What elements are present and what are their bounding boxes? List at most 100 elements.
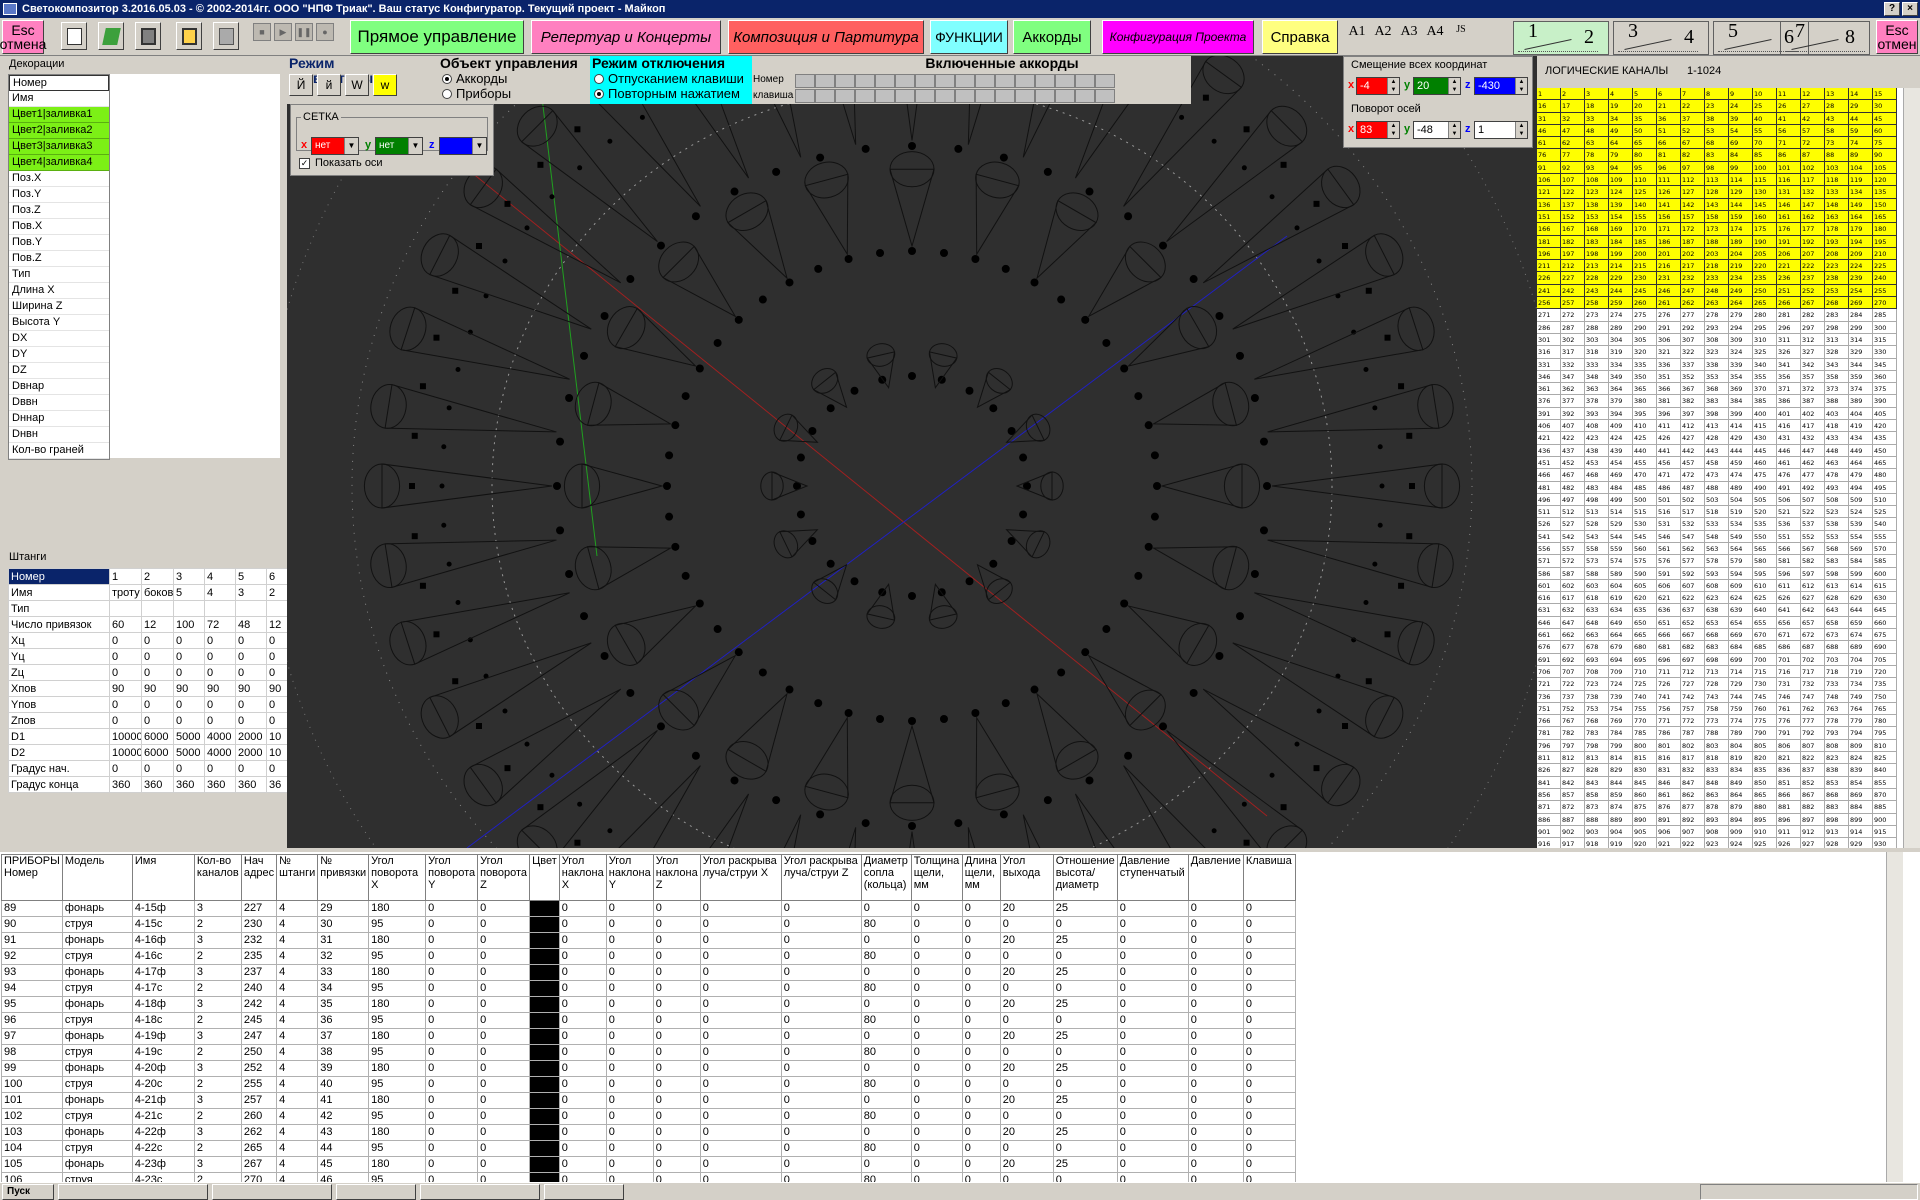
devices-cell[interactable]: 42 [317, 1108, 370, 1125]
channel-cell[interactable]: 358 [1825, 370, 1849, 384]
channel-cell[interactable]: 421 [1537, 432, 1561, 445]
channel-cell[interactable]: 477 [1801, 469, 1825, 482]
devices-cell[interactable]: 0 [780, 932, 862, 949]
channel-cell[interactable]: 857 [1561, 788, 1585, 802]
devices-cell[interactable]: 0 [558, 1012, 607, 1029]
channel-cell[interactable]: 441 [1657, 444, 1681, 457]
devices-cell[interactable]: 104 [1, 1140, 63, 1157]
channel-cell[interactable]: 79 [1609, 149, 1633, 162]
devices-cell[interactable]: 35 [317, 996, 370, 1013]
devices-cell[interactable]: 0 [1187, 948, 1244, 965]
channel-cell[interactable]: 34 [1609, 112, 1633, 125]
channel-cell[interactable]: 23 [1705, 100, 1729, 113]
channel-cell[interactable]: 705 [1873, 653, 1897, 666]
taskbar-item-1[interactable] [58, 1184, 208, 1200]
channel-cell[interactable]: 369 [1729, 383, 1753, 396]
channel-cell[interactable]: 506 [1777, 493, 1801, 507]
devices-cell[interactable]: 0 [780, 996, 862, 1013]
channel-cell[interactable]: 101 [1777, 161, 1801, 175]
rods-row-header[interactable]: D1 [8, 728, 110, 745]
channel-cell[interactable]: 341 [1777, 358, 1801, 371]
devices-cell[interactable]: 0 [1116, 1092, 1189, 1109]
channel-cell[interactable]: 902 [1561, 825, 1585, 839]
channel-cell[interactable]: 454 [1609, 456, 1633, 470]
channel-cell[interactable]: 598 [1825, 567, 1849, 580]
channel-cell[interactable]: 911 [1777, 825, 1801, 839]
channel-cell[interactable]: 601 [1537, 579, 1561, 593]
channel-cell[interactable]: 743 [1705, 690, 1729, 703]
channel-cell[interactable]: 67 [1681, 137, 1705, 150]
devices-cell[interactable]: 4-19ф [131, 1028, 195, 1045]
devices-cell[interactable]: 80 [860, 1044, 912, 1061]
channel-cell[interactable]: 350 [1633, 370, 1657, 384]
channel-cell[interactable]: 366 [1657, 383, 1681, 396]
channel-cell[interactable]: 383 [1705, 395, 1729, 408]
channel-cell[interactable]: 105 [1873, 161, 1897, 175]
channel-cell[interactable]: 192 [1801, 235, 1825, 248]
channel-cell[interactable]: 836 [1777, 764, 1801, 777]
channel-cell[interactable]: 758 [1705, 702, 1729, 716]
channel-cell[interactable]: 402 [1801, 407, 1825, 421]
channel-cell[interactable]: 259 [1609, 297, 1633, 310]
devices-cell[interactable]: 30 [317, 916, 370, 933]
channel-cell[interactable]: 371 [1777, 383, 1801, 396]
channel-cell[interactable]: 646 [1537, 616, 1561, 630]
rods-cell[interactable]: троту [109, 584, 142, 601]
devices-cell[interactable]: 0 [558, 916, 607, 933]
channel-cell[interactable]: 17 [1561, 100, 1585, 113]
devices-cell[interactable]: 2 [193, 1044, 242, 1061]
channel-cell[interactable]: 486 [1657, 481, 1681, 494]
rods-row-header[interactable]: Имя [8, 584, 110, 601]
esc-cancel-button[interactable]: Esc отмена [0, 20, 46, 54]
devices-cell[interactable]: 4-18ф [131, 996, 195, 1013]
channel-cell[interactable]: 465 [1873, 456, 1897, 470]
devices-cell[interactable]: 4-22ф [131, 1124, 195, 1141]
devices-cell[interactable]: 0 [961, 964, 1001, 981]
devices-cell[interactable]: 44 [317, 1140, 370, 1157]
channel-cell[interactable]: 469 [1609, 469, 1633, 482]
channel-cell[interactable]: 508 [1825, 493, 1849, 507]
channel-cell[interactable]: 781 [1537, 727, 1561, 740]
channel-cell[interactable]: 76 [1537, 149, 1561, 162]
channel-cell[interactable]: 268 [1825, 297, 1849, 310]
devices-cell[interactable]: 0 [1242, 980, 1296, 997]
channel-cell[interactable]: 318 [1585, 346, 1609, 359]
channel-cell[interactable]: 37 [1681, 112, 1705, 125]
devices-cell[interactable]: 0 [605, 1124, 654, 1141]
devices-cell[interactable]: 0 [605, 1108, 654, 1125]
channel-cell[interactable]: 274 [1609, 309, 1633, 322]
channel-cell[interactable]: 91 [1537, 161, 1561, 175]
channel-cell[interactable]: 236 [1777, 272, 1801, 285]
devices-cell[interactable]: 4 [276, 948, 319, 965]
channel-cell[interactable]: 706 [1537, 665, 1561, 679]
channel-cell[interactable]: 922 [1681, 838, 1705, 848]
channel-cell[interactable]: 173 [1705, 223, 1729, 236]
channel-cell[interactable]: 608 [1705, 579, 1729, 593]
devices-cell[interactable]: 180 [368, 996, 427, 1013]
chord-cell[interactable] [795, 74, 815, 88]
channel-cell[interactable]: 721 [1537, 678, 1561, 691]
rods-row-header[interactable]: Номер [8, 568, 110, 585]
channel-cell[interactable]: 6 [1657, 88, 1681, 101]
devices-cell[interactable]: 0 [425, 964, 479, 981]
rods-cell[interactable]: 0 [235, 632, 267, 649]
devices-cell[interactable]: струя [61, 1108, 133, 1125]
channel-cell[interactable]: 734 [1849, 678, 1873, 691]
devices-cell[interactable]: 0 [860, 964, 912, 981]
channel-cell[interactable]: 654 [1729, 616, 1753, 630]
chord-cell[interactable] [915, 89, 935, 103]
devices-cell[interactable]: 0 [999, 1076, 1054, 1093]
channel-cell[interactable]: 340 [1753, 358, 1777, 371]
devices-cell[interactable]: 0 [425, 980, 479, 997]
channel-cell[interactable]: 769 [1609, 715, 1633, 728]
table-row[interactable]: 104 струя 4-22с 2 265 4 44 95 0 0 0 0 0 0 0 80 0 0 0 0 0 0 0 [1, 1140, 1296, 1157]
channel-cell[interactable]: 410 [1633, 420, 1657, 433]
channel-cell[interactable]: 328 [1825, 346, 1849, 359]
channel-cell[interactable]: 488 [1705, 481, 1729, 494]
devices-cell[interactable]: 25 [1052, 932, 1118, 949]
channel-cell[interactable]: 726 [1657, 678, 1681, 691]
devices-column-header[interactable]: Нач адрес [240, 854, 278, 901]
devices-cell[interactable]: 0 [1052, 948, 1118, 965]
start-button[interactable]: Пуск [2, 1184, 54, 1200]
channel-cell[interactable]: 214 [1609, 260, 1633, 273]
